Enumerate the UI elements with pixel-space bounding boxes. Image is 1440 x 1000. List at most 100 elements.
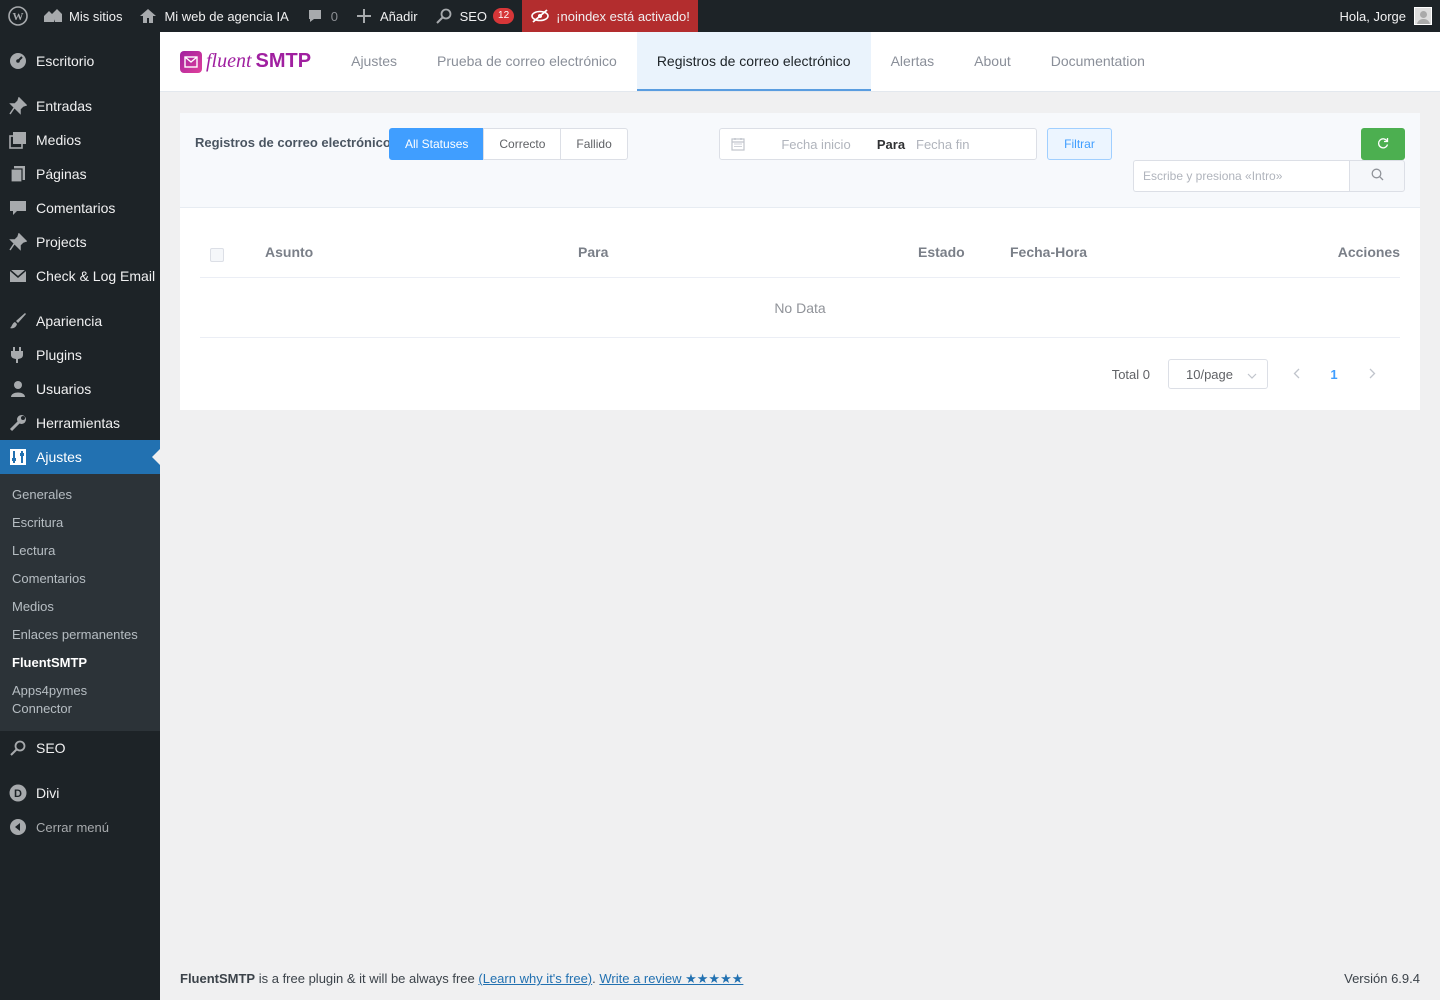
- menu-label: Entradas: [36, 98, 93, 114]
- tab-alertas[interactable]: Alertas: [871, 32, 955, 91]
- column-estado: Estado: [918, 244, 965, 260]
- menu-item-entradas[interactable]: Entradas: [0, 89, 160, 123]
- comment-icon: [8, 198, 28, 218]
- submenu-item-lectura[interactable]: Lectura: [0, 537, 160, 565]
- collapse-menu-button[interactable]: Cerrar menú: [0, 810, 160, 844]
- my-sites-button[interactable]: Mis sitios: [35, 0, 130, 32]
- next-page-button[interactable]: [1362, 366, 1382, 382]
- menu-label: SEO: [36, 740, 66, 756]
- logs-table: Asunto Para Estado Fecha-Hora Acciones N…: [180, 208, 1420, 410]
- add-new-label: Añadir: [379, 8, 418, 24]
- tab-ajustes[interactable]: Ajustes: [331, 32, 417, 91]
- menu-item-seo[interactable]: SEO: [0, 731, 160, 765]
- refresh-button[interactable]: [1361, 128, 1405, 160]
- home-icon: [138, 6, 158, 26]
- search-box: Escribe y presiona «Intro»: [1133, 160, 1405, 192]
- select-all-checkbox[interactable]: [210, 248, 224, 262]
- page-number[interactable]: 1: [1324, 367, 1344, 382]
- tab-documentation[interactable]: Documentation: [1031, 32, 1165, 91]
- pages-icon: [8, 164, 28, 184]
- menu-label: Plugins: [36, 347, 82, 363]
- menu-label: Projects: [36, 234, 87, 250]
- prev-page-button[interactable]: [1286, 366, 1306, 382]
- status-success-button[interactable]: Correcto: [483, 128, 562, 160]
- column-asunto: Asunto: [265, 244, 314, 260]
- submenu-item-comentarios[interactable]: Comentarios: [0, 565, 160, 593]
- date-start-input[interactable]: Fecha inicio: [756, 137, 876, 152]
- filter-button[interactable]: Filtrar: [1047, 128, 1112, 160]
- search-button[interactable]: [1349, 160, 1405, 192]
- toolbar-title: Registros de correo electrónico: [195, 135, 391, 150]
- wordpress-logo-button[interactable]: W: [0, 0, 35, 32]
- divi-icon: D: [8, 783, 28, 803]
- seo-menu-button[interactable]: SEO 12: [426, 0, 523, 32]
- menu-label: Apariencia: [36, 313, 103, 329]
- comments-button[interactable]: 0: [297, 0, 346, 32]
- menu-item-divi[interactable]: D Divi: [0, 776, 160, 810]
- plus-icon: [354, 6, 374, 26]
- menu-item-plugins[interactable]: Plugins: [0, 338, 160, 372]
- learn-why-free-link[interactable]: (Learn why it's free): [478, 971, 592, 986]
- envelope-icon: [180, 50, 202, 73]
- column-acciones: Acciones: [1337, 244, 1400, 260]
- svg-text:D: D: [14, 788, 22, 800]
- menu-item-comentarios[interactable]: Comentarios: [0, 191, 160, 225]
- menu-item-medios[interactable]: Medios: [0, 123, 160, 157]
- menu-item-herramientas[interactable]: Herramientas: [0, 406, 160, 440]
- menu-label: Ajustes: [36, 449, 82, 465]
- submenu-item-generales[interactable]: Generales: [0, 481, 160, 509]
- seo-icon: [434, 6, 454, 26]
- menu-label: Herramientas: [36, 415, 121, 431]
- media-icon: [8, 130, 28, 150]
- menu-item-usuarios[interactable]: Usuarios: [0, 372, 160, 406]
- site-name-button[interactable]: Mi web de agencia IA: [130, 0, 296, 32]
- page-size-select[interactable]: 10/page: [1168, 359, 1268, 389]
- settings-submenu: Generales Escritura Lectura Comentarios …: [0, 474, 160, 731]
- pin-icon: [8, 232, 28, 252]
- submenu-item-fluentsmtp[interactable]: FluentSMTP: [0, 649, 160, 677]
- collapse-icon: [8, 817, 28, 837]
- tab-prueba-correo[interactable]: Prueba de correo electrónico: [417, 32, 637, 91]
- admin-bar: W Mis sitios Mi web de agencia IA 0 Añad…: [0, 0, 1440, 32]
- column-para: Para: [578, 244, 609, 260]
- brush-icon: [8, 311, 28, 331]
- submenu-item-escritura[interactable]: Escritura: [0, 509, 160, 537]
- sites-icon: [43, 6, 63, 26]
- greeting-label: Hola, Jorge: [1339, 8, 1406, 24]
- seo-label: SEO: [459, 8, 488, 24]
- menu-item-ajustes[interactable]: Ajustes: [0, 440, 160, 474]
- date-end-input[interactable]: Fecha fin: [906, 137, 969, 152]
- menu-item-apariencia[interactable]: Apariencia: [0, 304, 160, 338]
- submenu-item-medios[interactable]: Medios: [0, 593, 160, 621]
- menu-item-paginas[interactable]: Páginas: [0, 157, 160, 191]
- submenu-item-enlaces-permanentes[interactable]: Enlaces permanentes: [0, 621, 160, 649]
- date-separator: Para: [876, 136, 906, 152]
- total-count: Total 0: [1111, 366, 1150, 382]
- tab-registros-correo[interactable]: Registros de correo electrónico: [636, 32, 871, 91]
- svg-text:W: W: [13, 11, 24, 23]
- menu-item-projects[interactable]: Projects: [0, 225, 160, 259]
- add-new-button[interactable]: Añadir: [346, 0, 426, 32]
- status-failed-button[interactable]: Fallido: [560, 128, 628, 160]
- empty-state: No Data: [200, 278, 1400, 338]
- user-icon: [8, 379, 28, 399]
- noindex-label: ¡noindex está activado!: [556, 8, 690, 24]
- comments-count: 0: [330, 8, 338, 24]
- date-range-picker[interactable]: Fecha inicio Para Fecha fin: [719, 128, 1037, 160]
- brand-fluent-text: fluent: [206, 50, 252, 72]
- logs-toolbar: Registros de correo electrónico All Stat…: [180, 113, 1420, 208]
- my-account-button[interactable]: Hola, Jorge: [1340, 7, 1440, 25]
- noindex-notice[interactable]: ¡noindex está activado!: [522, 0, 698, 32]
- mail-icon: [8, 266, 28, 286]
- menu-item-escritorio[interactable]: Escritorio: [0, 44, 160, 78]
- search-icon: [1371, 168, 1384, 184]
- fluentsmtp-logo: fluent SMTP: [180, 32, 311, 91]
- menu-item-check-log-email[interactable]: Check & Log Email: [0, 259, 160, 293]
- search-input[interactable]: Escribe y presiona «Intro»: [1133, 160, 1349, 192]
- submenu-item-apps4pymes-connector[interactable]: Apps4pymes Connector: [0, 677, 100, 723]
- status-all-button[interactable]: All Statuses: [389, 128, 485, 160]
- write-review-link[interactable]: Write a review ★★★★★: [599, 971, 743, 986]
- menu-label: Comentarios: [36, 200, 116, 216]
- tab-about[interactable]: About: [954, 32, 1031, 91]
- wrench-icon: [8, 413, 28, 433]
